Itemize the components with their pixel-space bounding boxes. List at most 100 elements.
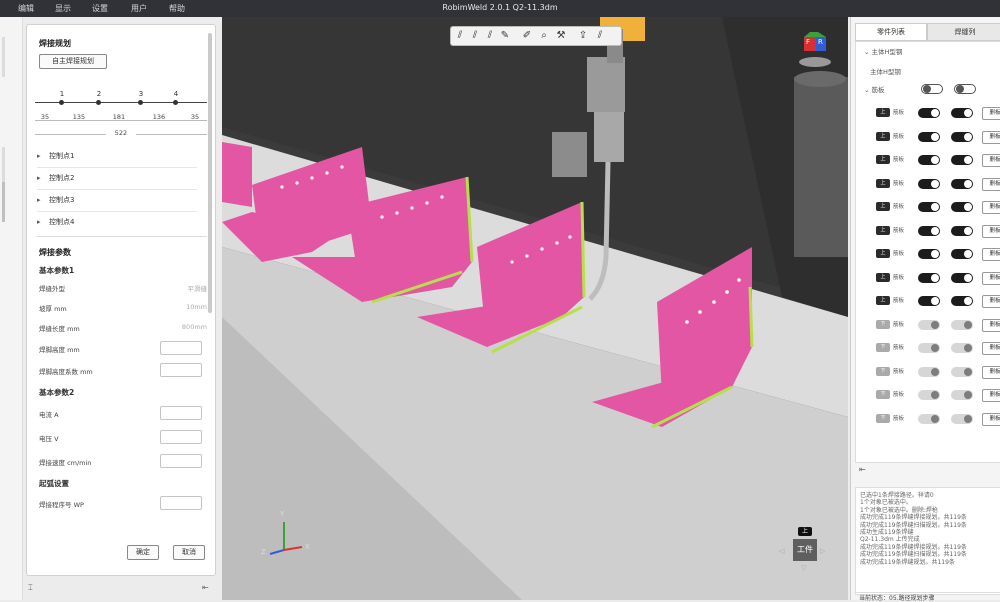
tree-subgroup[interactable]: 主体H型钢: [870, 66, 901, 76]
rib-row[interactable]: 上筋板 删板: [856, 173, 1000, 195]
selection-toggle[interactable]: [951, 131, 973, 142]
control-point-row[interactable]: ▸ 控制点1: [37, 146, 197, 168]
torch-icon[interactable]: ✐: [521, 30, 533, 42]
strip-tab-active[interactable]: [2, 182, 5, 222]
selection-toggle[interactable]: [951, 202, 973, 212]
rib-row[interactable]: 下筋板 删板: [856, 408, 1000, 430]
tree-ribs-header[interactable]: ⌄ 筋板: [864, 84, 885, 94]
strip-tab[interactable]: [2, 37, 5, 77]
visibility-toggle[interactable]: [918, 202, 940, 212]
delete-rib-button[interactable]: 删板: [982, 248, 1000, 261]
weld-path-icon[interactable]: ⫽: [484, 30, 496, 42]
scan-icon[interactable]: ⌕: [538, 30, 550, 42]
selection-toggle[interactable]: [951, 413, 973, 424]
rib-row[interactable]: 下筋板 删板: [856, 384, 1000, 406]
selection-toggle[interactable]: [951, 155, 973, 165]
selection-toggle[interactable]: [951, 366, 973, 377]
rib-row[interactable]: 下筋板 删板: [856, 314, 1000, 336]
timeline-point[interactable]: [96, 100, 101, 105]
visibility-toggle[interactable]: [918, 390, 940, 400]
weld-program-input[interactable]: [160, 496, 202, 510]
selection-toggle[interactable]: [951, 296, 973, 306]
delete-rib-button[interactable]: 删板: [982, 271, 1000, 285]
seam-edit-icon[interactable]: ✎: [499, 30, 511, 42]
visibility-toggle[interactable]: [918, 413, 940, 424]
tool-wrench-icon[interactable]: ⚒: [555, 30, 567, 42]
confirm-button[interactable]: 确定: [127, 545, 159, 560]
voltage-input[interactable]: [160, 430, 202, 444]
delete-rib-button[interactable]: 删板: [982, 389, 1000, 402]
visibility-toggle[interactable]: [918, 249, 940, 259]
rib-row[interactable]: 上筋板 删板: [856, 243, 1000, 265]
nav-right-icon[interactable]: ▷: [820, 547, 825, 555]
timeline-point[interactable]: [173, 100, 178, 105]
clear-paths-icon[interactable]: ⫽: [594, 30, 606, 42]
weld-leg-factor-input[interactable]: [160, 363, 202, 377]
pin-icon[interactable]: ⌶: [28, 583, 33, 593]
cancel-button[interactable]: 取消: [173, 545, 205, 560]
auto-plan-button[interactable]: 自主焊接规划: [39, 54, 107, 69]
3d-viewport[interactable]: Y X Z F R 上 工件 ◁ ▷ ▽: [222, 17, 848, 600]
timeline-point[interactable]: [138, 100, 143, 105]
current-input[interactable]: [160, 406, 202, 420]
collapse-log-icon[interactable]: ⇤: [859, 465, 866, 474]
delete-rib-button[interactable]: 删板: [982, 342, 1000, 355]
delete-rib-button[interactable]: 删板: [982, 365, 1000, 379]
delete-rib-button[interactable]: 删板: [982, 201, 1000, 214]
rib-row[interactable]: 上筋板 删板: [856, 126, 1000, 148]
selection-toggle[interactable]: [951, 108, 973, 118]
delete-rib-button[interactable]: 删板: [982, 154, 1000, 167]
selection-toggle[interactable]: [951, 319, 973, 330]
delete-rib-button[interactable]: 删板: [982, 130, 1000, 144]
visibility-toggle[interactable]: [918, 225, 940, 236]
rib-row[interactable]: 下筋板 删板: [856, 337, 1000, 359]
nav-down-icon[interactable]: ▽: [801, 564, 806, 572]
rib-row[interactable]: 上筋板 删板: [856, 196, 1000, 218]
visibility-toggle[interactable]: [918, 155, 940, 165]
rib-row[interactable]: 上筋板 删板: [856, 102, 1000, 124]
rib-row[interactable]: 上筋板 删板: [856, 267, 1000, 289]
weld-leg-height-input[interactable]: [160, 341, 202, 355]
rib-row[interactable]: 上筋板 删板: [856, 220, 1000, 242]
visibility-toggle[interactable]: [918, 343, 940, 353]
control-point-row[interactable]: ▸ 控制点3: [37, 190, 197, 212]
visibility-toggle[interactable]: [918, 108, 940, 118]
delete-rib-button[interactable]: 删板: [982, 224, 1000, 238]
collapse-icon[interactable]: ⇤: [202, 583, 209, 592]
panel-scrollbar[interactable]: [208, 33, 212, 313]
toggle-all-visible[interactable]: [921, 84, 943, 94]
visibility-toggle[interactable]: [918, 366, 940, 377]
tab-weld-list[interactable]: 焊缝列: [927, 23, 1000, 41]
visibility-toggle[interactable]: [918, 272, 940, 283]
delete-rib-button[interactable]: 删板: [982, 412, 1000, 426]
rib-row[interactable]: 下筋板 删板: [856, 361, 1000, 383]
selection-toggle[interactable]: [951, 225, 973, 236]
visibility-toggle[interactable]: [918, 178, 940, 189]
weld-line-icon[interactable]: ⫽: [454, 30, 466, 42]
top-view-button[interactable]: 上: [798, 527, 812, 536]
delete-rib-button[interactable]: 删板: [982, 107, 1000, 120]
strip-tab[interactable]: [2, 147, 5, 187]
timeline-point[interactable]: [59, 100, 64, 105]
visibility-toggle[interactable]: [918, 296, 940, 306]
weld-seam-icon[interactable]: ⫽: [469, 30, 481, 42]
weld-speed-input[interactable]: [160, 454, 202, 468]
selection-toggle[interactable]: [951, 272, 973, 283]
toggle-all-selected[interactable]: [954, 84, 976, 94]
selection-toggle[interactable]: [951, 343, 973, 353]
delete-rib-button[interactable]: 删板: [982, 295, 1000, 308]
rib-row[interactable]: 上筋板 删板: [856, 290, 1000, 312]
workpiece-view-button[interactable]: 工件: [793, 539, 817, 561]
selection-toggle[interactable]: [951, 249, 973, 259]
tab-parts-list[interactable]: 零件列表: [855, 23, 927, 41]
visibility-toggle[interactable]: [918, 319, 940, 330]
selection-toggle[interactable]: [951, 178, 973, 189]
visibility-toggle[interactable]: [918, 131, 940, 142]
control-point-row[interactable]: ▸ 控制点2: [37, 168, 197, 190]
delete-rib-button[interactable]: 删板: [982, 318, 1000, 332]
control-point-row[interactable]: ▸ 控制点4: [37, 212, 197, 233]
tree-group-header[interactable]: ⌄ 主体H型钢: [864, 46, 902, 56]
nav-left-icon[interactable]: ◁: [779, 547, 784, 555]
rib-row[interactable]: 上筋板 删板: [856, 149, 1000, 171]
selection-toggle[interactable]: [951, 390, 973, 400]
